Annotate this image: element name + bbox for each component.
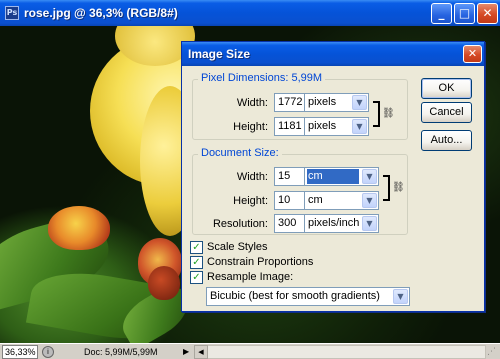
constrain-proportions-checkbox[interactable]: ✓ bbox=[190, 256, 203, 269]
dropdown-arrow-icon[interactable]: ▼ bbox=[362, 169, 377, 184]
pixel-width-unit-value: pixels bbox=[308, 96, 337, 108]
rose-bud-image bbox=[48, 206, 110, 250]
close-button[interactable]: ✕ bbox=[477, 3, 498, 24]
resample-image-checkbox[interactable]: ✓ bbox=[190, 271, 203, 284]
dropdown-arrow-icon[interactable]: ▼ bbox=[362, 216, 377, 231]
doc-width-unit-value: cm bbox=[307, 169, 359, 184]
ok-button[interactable]: OK bbox=[421, 78, 472, 99]
minimize-button[interactable]: _ bbox=[431, 3, 452, 24]
dialog-titlebar[interactable]: Image Size ✕ bbox=[182, 42, 484, 66]
horizontal-scrollbar[interactable] bbox=[194, 345, 486, 359]
scale-styles-label: Scale Styles bbox=[207, 241, 268, 253]
dropdown-arrow-icon[interactable]: ▼ bbox=[352, 119, 367, 134]
dialog-close-button[interactable]: ✕ bbox=[463, 45, 482, 63]
pixel-dimensions-legend: Pixel Dimensions: 5,99M bbox=[198, 72, 326, 84]
pixel-width-label: Width: bbox=[236, 97, 268, 109]
pixel-height-unit-value: pixels bbox=[308, 120, 337, 132]
doc-width-unit-select[interactable]: cm ▼ bbox=[304, 167, 379, 186]
document-size-legend: Document Size: bbox=[198, 147, 282, 159]
document-titlebar[interactable]: Ps rose.jpg @ 36,3% (RGB/8#) _ □ ✕ bbox=[0, 0, 500, 26]
resolution-unit-select[interactable]: pixels/inch ▼ bbox=[304, 214, 379, 233]
status-bar: 36,33% i Doc: 5,99M/5,99M ▶ ◀ ⋰ bbox=[0, 343, 500, 359]
doc-height-label: Height: bbox=[233, 195, 268, 207]
dropdown-arrow-icon[interactable]: ▼ bbox=[352, 95, 367, 110]
resolution-label: Resolution: bbox=[212, 218, 268, 230]
cancel-button[interactable]: Cancel bbox=[421, 102, 472, 123]
dropdown-arrow-icon[interactable]: ▼ bbox=[393, 289, 408, 304]
doc-height-unit-select[interactable]: cm ▼ bbox=[304, 191, 379, 210]
resample-method-select[interactable]: Bicubic (best for smooth gradients) ▼ bbox=[206, 287, 410, 306]
maximize-button[interactable]: □ bbox=[454, 3, 475, 24]
zoom-level-field[interactable]: 36,33% bbox=[2, 345, 38, 359]
doc-width-label: Width: bbox=[236, 171, 268, 183]
pixel-width-unit-select[interactable]: pixels ▼ bbox=[304, 93, 369, 112]
resolution-unit-value: pixels/inch bbox=[308, 217, 360, 229]
dialog-title: Image Size bbox=[188, 47, 251, 61]
doc-link-bracket bbox=[383, 175, 390, 201]
rose-bud-image bbox=[148, 266, 180, 300]
resize-grip-icon[interactable]: ⋰ bbox=[487, 346, 499, 358]
doc-height-unit-value: cm bbox=[308, 194, 323, 206]
pixel-height-unit-select[interactable]: pixels ▼ bbox=[304, 117, 369, 136]
status-menu-arrow-icon[interactable]: ▶ bbox=[183, 346, 192, 358]
dropdown-arrow-icon[interactable]: ▼ bbox=[362, 193, 377, 208]
document-size-info: Doc: 5,99M/5,99M bbox=[84, 347, 158, 357]
resample-method-value: Bicubic (best for smooth gradients) bbox=[210, 290, 380, 302]
document-title: rose.jpg @ 36,3% (RGB/8#) bbox=[24, 6, 178, 20]
link-chain-icon: ⛓ bbox=[382, 108, 395, 119]
pixel-link-bracket bbox=[373, 101, 380, 127]
auto-button[interactable]: Auto... bbox=[421, 130, 472, 151]
scroll-left-arrow-icon[interactable]: ◀ bbox=[194, 345, 208, 359]
status-info-icon[interactable]: i bbox=[42, 346, 54, 358]
constrain-proportions-label: Constrain Proportions bbox=[207, 256, 314, 268]
pixel-height-label: Height: bbox=[233, 121, 268, 133]
resample-image-label: Resample Image: bbox=[207, 271, 294, 283]
photoshop-icon: Ps bbox=[5, 6, 19, 20]
scale-styles-checkbox[interactable]: ✓ bbox=[190, 241, 203, 254]
link-chain-icon: ⛓ bbox=[392, 182, 405, 193]
